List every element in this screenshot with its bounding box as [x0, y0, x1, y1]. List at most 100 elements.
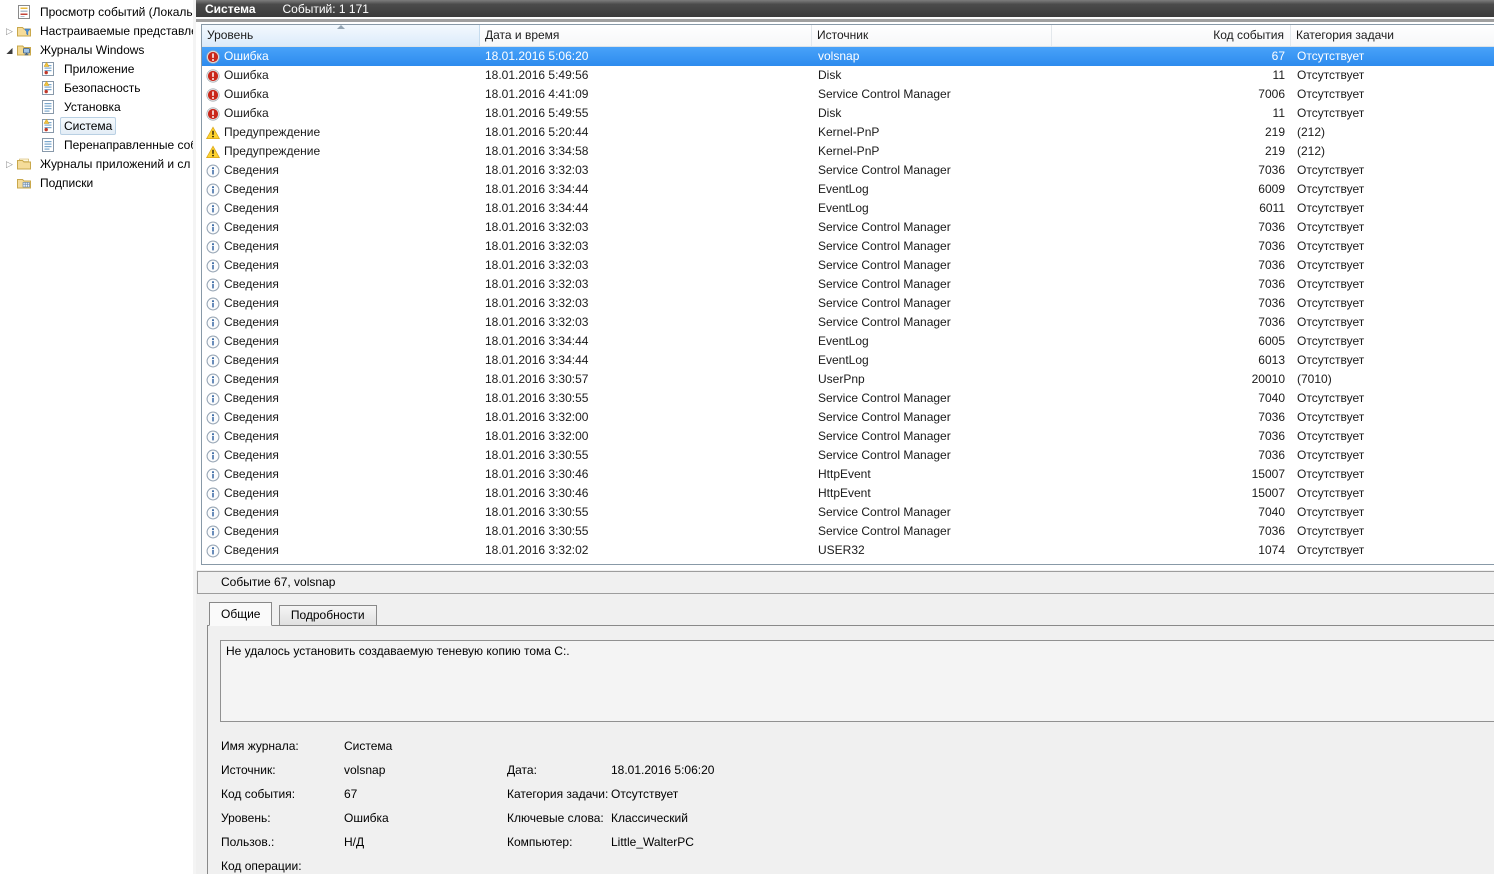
event-source-cell: Service Control Manager: [812, 161, 1052, 180]
event-level-cell: Сведения: [202, 161, 480, 180]
property-label: Дата:: [507, 758, 537, 782]
property-value: Н/Д: [344, 830, 364, 854]
console-tree: Просмотр событий (ЛокальньНастраиваемые …: [0, 0, 193, 192]
table-row[interactable]: Сведения18.01.2016 3:30:55Service Contro…: [202, 389, 1494, 408]
info-icon: [206, 335, 220, 349]
column-header-taskcategory[interactable]: Категория задачи: [1291, 25, 1494, 46]
column-header-eventid[interactable]: Код события: [1052, 25, 1291, 46]
event-category-cell: Отсутствует: [1291, 275, 1494, 294]
expand-arrow-icon[interactable]: [3, 21, 16, 41]
apps-logs-icon: [16, 156, 32, 172]
tab-details[interactable]: Подробности: [279, 605, 377, 626]
sidebar-item-apps-logs[interactable]: Журналы приложений и сл: [0, 154, 193, 173]
event-level-cell: Предупреждение: [202, 142, 480, 161]
column-header-datetime[interactable]: Дата и время: [480, 25, 812, 46]
table-row[interactable]: Ошибка18.01.2016 5:49:56Disk11Отсутствуе…: [202, 66, 1494, 85]
sidebar-item-event-viewer[interactable]: Просмотр событий (Локальнь: [0, 2, 193, 21]
event-category-cell: Отсутствует: [1291, 503, 1494, 522]
event-level-label: Предупреждение: [224, 123, 320, 142]
event-code-cell: 6013: [1052, 351, 1291, 370]
column-header-level[interactable]: Уровень: [202, 25, 480, 46]
event-source-cell: HttpEvent: [812, 484, 1052, 503]
event-code-cell: 6005: [1052, 332, 1291, 351]
table-row[interactable]: Сведения18.01.2016 3:32:00Service Contro…: [202, 427, 1494, 446]
event-date-cell: 18.01.2016 3:32:03: [480, 237, 812, 256]
table-row[interactable]: Предупреждение18.01.2016 5:20:44Kernel-P…: [202, 123, 1494, 142]
collapse-arrow-icon[interactable]: [3, 40, 16, 60]
toolbar-separator: [196, 17, 1494, 22]
table-row[interactable]: Сведения18.01.2016 3:32:00Service Contro…: [202, 408, 1494, 427]
info-icon: [206, 506, 220, 520]
event-level-cell: Сведения: [202, 256, 480, 275]
event-date-cell: 18.01.2016 3:34:44: [480, 199, 812, 218]
event-date-cell: 18.01.2016 3:30:55: [480, 503, 812, 522]
details-tabs: Общие Подробности: [209, 602, 380, 626]
table-row[interactable]: Сведения18.01.2016 3:32:03Service Contro…: [202, 256, 1494, 275]
table-row[interactable]: Сведения18.01.2016 3:32:02USER321074Отсу…: [202, 541, 1494, 560]
error-icon: [206, 50, 220, 64]
table-row[interactable]: Сведения18.01.2016 3:32:03Service Contro…: [202, 161, 1494, 180]
event-list: УровеньДата и времяИсточникКод событияКа…: [201, 24, 1494, 565]
table-row[interactable]: Предупреждение18.01.2016 3:34:58Kernel-P…: [202, 142, 1494, 161]
event-code-cell: 6011: [1052, 199, 1291, 218]
expand-arrow-icon[interactable]: [3, 154, 16, 174]
table-row[interactable]: Сведения18.01.2016 3:30:55Service Contro…: [202, 503, 1494, 522]
sidebar-item-event-log[interactable]: Приложение: [0, 59, 193, 78]
property-value: 18.01.2016 5:06:20: [611, 758, 714, 782]
column-header-source[interactable]: Источник: [812, 25, 1052, 46]
event-code-cell: 15007: [1052, 484, 1291, 503]
table-row[interactable]: Сведения18.01.2016 3:32:03Service Contro…: [202, 218, 1494, 237]
table-row[interactable]: Сведения18.01.2016 3:32:03Service Contro…: [202, 294, 1494, 313]
info-icon: [206, 392, 220, 406]
property-value: Классический: [611, 806, 688, 830]
event-level-label: Сведения: [224, 313, 279, 332]
table-row[interactable]: Сведения18.01.2016 3:32:03Service Contro…: [202, 237, 1494, 256]
property-value: Ошибка: [344, 806, 389, 830]
event-category-cell: Отсутствует: [1291, 522, 1494, 541]
event-viewer-icon: [16, 4, 32, 20]
event-code-cell: 7036: [1052, 446, 1291, 465]
warning-icon: [206, 145, 220, 159]
property-label: Код операции:: [221, 854, 302, 874]
table-row[interactable]: Сведения18.01.2016 3:34:44EventLog6011От…: [202, 199, 1494, 218]
event-level-cell: Сведения: [202, 332, 480, 351]
sidebar-item-custom-views[interactable]: Настраиваемые представле: [0, 21, 193, 40]
tab-general[interactable]: Общие: [209, 602, 272, 626]
event-level-cell: Сведения: [202, 370, 480, 389]
info-icon: [206, 221, 220, 235]
event-level-label: Сведения: [224, 503, 279, 522]
table-row[interactable]: Сведения18.01.2016 3:30:55Service Contro…: [202, 446, 1494, 465]
table-row[interactable]: Сведения18.01.2016 3:32:03Service Contro…: [202, 313, 1494, 332]
sidebar-item-event-log[interactable]: Безопасность: [0, 78, 193, 97]
sidebar-item-plain-log[interactable]: Перенаправленные соб: [0, 135, 193, 154]
table-row[interactable]: Ошибка18.01.2016 5:06:20volsnap67Отсутст…: [202, 47, 1494, 66]
event-date-cell: 18.01.2016 3:34:44: [480, 332, 812, 351]
table-row[interactable]: Сведения18.01.2016 3:30:55Service Contro…: [202, 522, 1494, 541]
event-date-cell: 18.01.2016 3:30:46: [480, 465, 812, 484]
event-level-label: Сведения: [224, 237, 279, 256]
event-details-pane: Событие 67, volsnap Общие Подробности Не…: [196, 570, 1494, 874]
sidebar-item-subscriptions[interactable]: Подписки: [0, 173, 193, 192]
table-row[interactable]: Сведения18.01.2016 3:30:46HttpEvent15007…: [202, 484, 1494, 503]
table-row[interactable]: Сведения18.01.2016 3:30:46HttpEvent15007…: [202, 465, 1494, 484]
table-row[interactable]: Ошибка18.01.2016 4:41:09Service Control …: [202, 85, 1494, 104]
table-row[interactable]: Сведения18.01.2016 3:34:44EventLog6009От…: [202, 180, 1494, 199]
info-icon: [206, 316, 220, 330]
event-category-cell: Отсутствует: [1291, 541, 1494, 560]
event-category-cell: Отсутствует: [1291, 351, 1494, 370]
table-row[interactable]: Сведения18.01.2016 3:32:03Service Contro…: [202, 275, 1494, 294]
table-row[interactable]: Сведения18.01.2016 3:30:57UserPnp20010(7…: [202, 370, 1494, 389]
sidebar-item-event-log[interactable]: Система: [0, 116, 193, 135]
event-date-cell: 18.01.2016 3:32:03: [480, 256, 812, 275]
event-level-cell: Ошибка: [202, 85, 480, 104]
sidebar-item-windows-logs[interactable]: Журналы Windows: [0, 40, 193, 59]
event-date-cell: 18.01.2016 3:32:02: [480, 541, 812, 560]
info-icon: [206, 259, 220, 273]
event-log-icon: [40, 61, 56, 77]
table-row[interactable]: Ошибка18.01.2016 5:49:55Disk11Отсутствуе…: [202, 104, 1494, 123]
sidebar-item-plain-log[interactable]: Установка: [0, 97, 193, 116]
event-level-cell: Сведения: [202, 522, 480, 541]
table-row[interactable]: Сведения18.01.2016 3:34:44EventLog6005От…: [202, 332, 1494, 351]
property-label: Код события:: [221, 782, 295, 806]
table-row[interactable]: Сведения18.01.2016 3:34:44EventLog6013От…: [202, 351, 1494, 370]
